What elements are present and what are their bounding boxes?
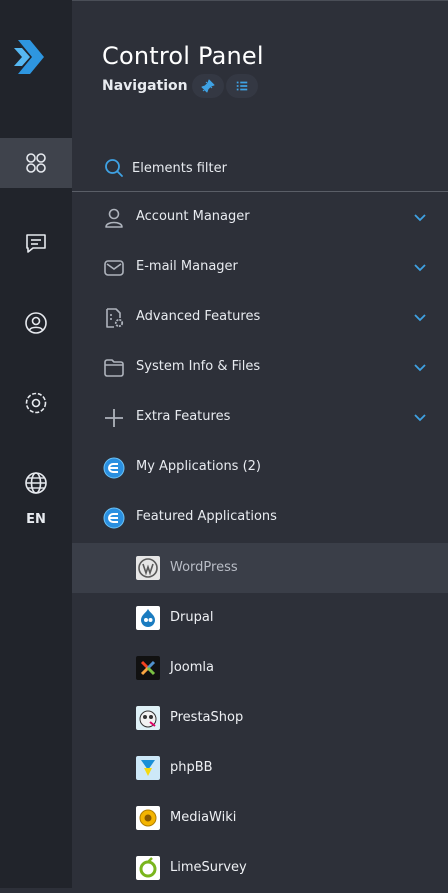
top-divider [72,0,448,1]
app-label: MediaWiki [170,810,237,825]
menu-email-manager[interactable]: E-mail Manager [72,243,448,293]
page-subtitle: Navigation [102,78,188,94]
chevron-down-icon[interactable] [414,413,426,423]
dashboard-icon [26,153,46,173]
file-gear-icon [106,308,124,328]
app-item-joomla[interactable]: Joomla [72,643,448,693]
icon-rail: EN [0,0,72,888]
chat-icon [26,234,46,253]
app-label: LimeSurvey [170,860,247,875]
search-icon [105,159,123,177]
menu-item-label: My Applications (2) [136,459,261,474]
app-label: Drupal [170,610,214,625]
app-item-mediawiki[interactable]: MediaWiki [72,793,448,843]
rail-messages-button[interactable] [0,218,72,268]
rail-account-button[interactable] [0,298,72,348]
app-label: Joomla [170,660,214,675]
app-item-prestashop[interactable]: PrestaShop [72,693,448,743]
app-item-limesurvey[interactable]: LimeSurvey [72,843,448,893]
chevron-down-icon[interactable] [414,363,426,373]
mail-icon [104,260,124,276]
menu-my-applications[interactable]: My Applications (2) [72,443,448,493]
menu-advanced-features[interactable]: Advanced Features [72,293,448,343]
menu-item-label: Account Manager [136,209,250,224]
list-view-button[interactable] [226,74,258,98]
menu-item-label: Advanced Features [136,309,261,324]
elements-filter [72,144,448,192]
app-label: PrestaShop [170,710,244,725]
joomla-icon [136,656,160,680]
chevron-down-icon[interactable] [414,313,426,323]
menu-featured-applications[interactable]: Featured Applications [72,493,448,543]
phpbb-icon [136,756,160,780]
menu-item-label: Extra Features [136,409,231,424]
user-icon [105,208,123,228]
app-item-wordpress[interactable]: WordPress [72,543,448,593]
rail-language-button[interactable] [0,458,72,508]
prestashop-icon [136,706,160,730]
rail-settings-button[interactable] [0,378,72,428]
menu-item-label: Featured Applications [136,509,277,524]
menu-system-info-files[interactable]: System Info & Files [72,343,448,393]
elements-filter-input[interactable] [132,156,422,180]
settings-icon [25,392,47,414]
mediawiki-icon [136,806,160,830]
chevron-down-icon[interactable] [414,263,426,273]
chevron-down-icon[interactable] [414,213,426,223]
app-label: WordPress [170,560,238,575]
language-label[interactable]: EN [0,512,72,527]
limesurvey-icon [136,856,160,880]
folder-icon [104,359,124,377]
app-item-phpbb[interactable]: phpBB [72,743,448,793]
app-installer-icon [103,507,125,529]
plus-icon [105,409,123,427]
list-icon [236,81,248,91]
globe-icon [25,472,47,494]
wordpress-icon [136,556,160,580]
page-title: Control Panel [102,42,264,70]
drupal-icon [136,606,160,630]
menu-account-manager[interactable]: Account Manager [72,193,448,243]
menu-item-label: E-mail Manager [136,259,238,274]
menu-extra-features[interactable]: Extra Features [72,393,448,443]
app-label: phpBB [170,760,213,775]
logo-icon[interactable] [14,38,50,76]
app-installer-icon [103,457,125,479]
user-icon [25,312,47,334]
menu-item-label: System Info & Files [136,359,261,374]
pin-icon [201,79,215,93]
app-item-drupal[interactable]: Drupal [72,593,448,643]
rail-dashboard-button[interactable] [0,138,72,188]
pin-navigation-button[interactable] [192,74,224,98]
